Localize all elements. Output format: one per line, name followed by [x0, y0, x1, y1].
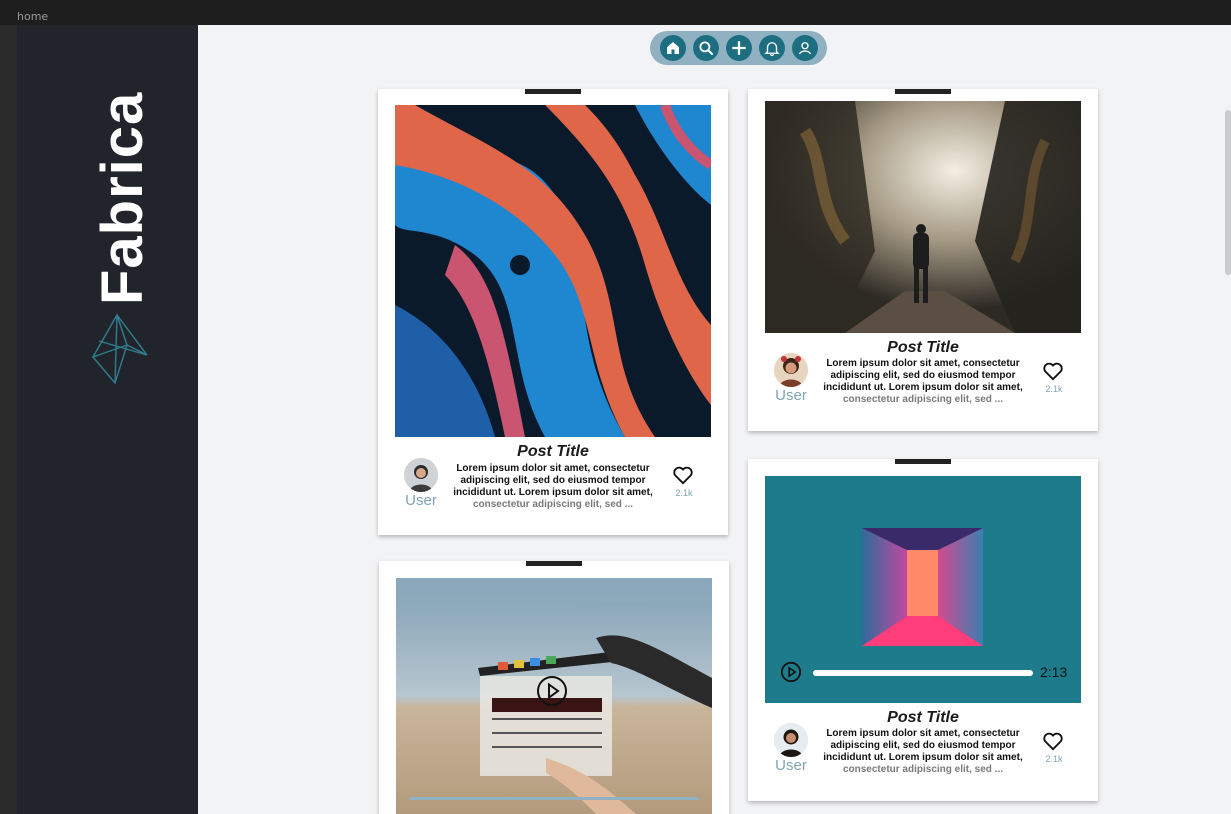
post-title: Post Title [887, 339, 959, 356]
drag-handle[interactable] [895, 459, 951, 464]
user-icon [798, 42, 811, 55]
avatar[interactable] [774, 353, 808, 387]
drag-handle[interactable] [525, 89, 581, 94]
user-photo [404, 458, 438, 492]
drag-handle[interactable] [895, 89, 951, 94]
audio-duration: 2:13 [1040, 664, 1068, 680]
post-card[interactable]: 2:13 Post Title User Lorem ipsum dolor s… [748, 459, 1098, 801]
post-body: Lorem ipsum dolor sit amet, consectetur … [818, 728, 1028, 776]
heart-icon[interactable] [1042, 361, 1064, 381]
heart-icon[interactable] [1042, 731, 1064, 751]
post-body: Lorem ipsum dolor sit amet, consectetur … [818, 358, 1028, 406]
user-name[interactable]: User [771, 757, 811, 774]
sidebar: Fabrica [17, 25, 198, 814]
post-body-fade: consectetur adipiscing elit, sed ... [472, 499, 634, 510]
play-icon[interactable] [780, 661, 802, 683]
user-photo [774, 353, 808, 387]
post-body-fade: consectetur adipiscing elit, sed ... [842, 394, 1004, 405]
left-gutter [0, 25, 17, 814]
post-body-fade: consectetur adipiscing elit, sed ... [842, 764, 1004, 775]
post-image[interactable] [765, 101, 1081, 333]
home-icon [666, 42, 679, 54]
user-photo [774, 723, 808, 757]
nav-profile-button[interactable] [791, 35, 818, 61]
avatar[interactable] [404, 458, 438, 492]
scrollbar[interactable] [1225, 110, 1231, 275]
brand-name: Fabrica [90, 91, 155, 305]
post-title: Post Title [517, 443, 589, 460]
post-card[interactable]: Post Title User Lorem ipsum dolor sit am… [748, 89, 1098, 431]
user-name[interactable]: User [401, 492, 441, 509]
heart-icon[interactable] [672, 465, 694, 485]
abstract-paint-image [395, 105, 711, 437]
bell-icon [763, 42, 780, 57]
avatar[interactable] [774, 723, 808, 757]
post-title: Post Title [887, 709, 959, 726]
search-icon [698, 41, 713, 55]
plus-icon [731, 41, 746, 55]
neon-corridor-image [862, 528, 983, 646]
video-progress-bar[interactable] [409, 797, 699, 800]
post-image[interactable] [395, 105, 711, 437]
post-body-text: Lorem ipsum dolor sit amet, consectetur … [823, 358, 1023, 393]
audio-progress-track[interactable] [813, 670, 1033, 676]
frame-label: home [17, 10, 49, 23]
forest-hiker-image [765, 101, 1081, 333]
like-count: 2.1k [1045, 754, 1063, 764]
user-name[interactable]: User [771, 387, 811, 404]
post-card[interactable] [379, 561, 729, 814]
play-icon[interactable] [535, 674, 569, 708]
like-count: 2.1k [1045, 384, 1063, 394]
drag-handle[interactable] [526, 561, 582, 566]
nav-notifications-button[interactable] [758, 35, 785, 61]
post-body: Lorem ipsum dolor sit amet, consectetur … [448, 463, 658, 511]
nav-search-button[interactable] [692, 35, 719, 61]
feed-canvas[interactable]: Post Title User Lorem ipsum dolor sit am… [198, 25, 1231, 814]
logo-mark-icon [91, 313, 148, 385]
album-art [862, 528, 983, 646]
nav-create-button[interactable] [725, 35, 752, 61]
post-body-text: Lorem ipsum dolor sit amet, consectetur … [823, 728, 1023, 763]
audio-player[interactable]: 2:13 [765, 476, 1081, 703]
top-nav [650, 31, 827, 65]
post-card[interactable]: Post Title User Lorem ipsum dolor sit am… [378, 89, 728, 535]
post-body-text: Lorem ipsum dolor sit amet, consectetur … [453, 463, 653, 498]
nav-home-button[interactable] [659, 35, 686, 61]
like-count: 2.1k [675, 488, 693, 498]
